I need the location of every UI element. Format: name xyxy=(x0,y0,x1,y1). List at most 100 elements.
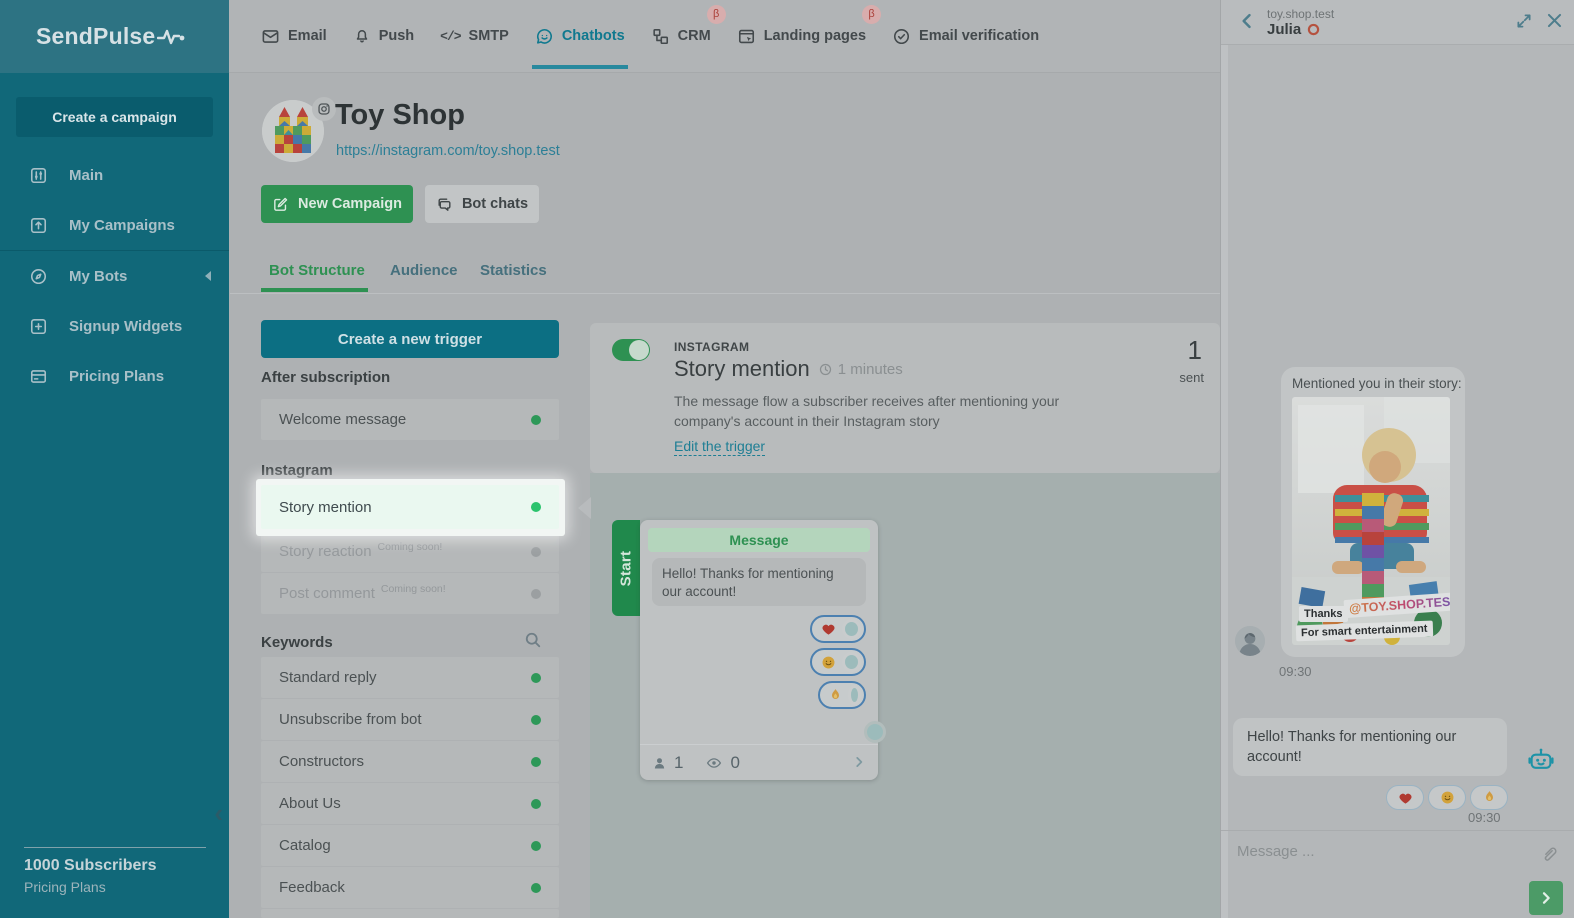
tab-audience[interactable]: Audience xyxy=(390,262,458,279)
instagram-url-link[interactable]: https://instagram.com/toy.shop.test xyxy=(336,143,560,159)
trigger-row-story-mention[interactable]: Story mention xyxy=(261,485,559,529)
tab-bot-structure[interactable]: Bot Structure xyxy=(269,262,365,279)
trigger-row-label: Welcome message xyxy=(279,411,406,428)
chat-reaction-heart[interactable] xyxy=(1386,785,1424,810)
trigger-toggle-on[interactable] xyxy=(612,339,650,361)
nav-item-email-verification[interactable]: Email verification xyxy=(892,27,1039,46)
pinch-emoji xyxy=(829,688,842,703)
nav-item-landing-pages[interactable]: Landing pages β xyxy=(737,27,866,46)
nav-item-crm[interactable]: CRM β xyxy=(651,27,711,46)
robot-icon xyxy=(1526,744,1556,774)
sidebar-item-signup-widgets[interactable]: Signup Widgets xyxy=(0,301,229,351)
instagram-icon xyxy=(1307,23,1320,36)
clock-history-icon xyxy=(818,362,833,377)
chat-smiley-icon xyxy=(535,27,554,46)
tooltip-arrow xyxy=(578,497,591,519)
bot-message-bubble: Hello! Thanks for mentioning our account… xyxy=(1233,718,1507,776)
paperclip-icon[interactable] xyxy=(1539,844,1559,864)
collapse-triangle-icon[interactable] xyxy=(205,271,211,281)
chat-header: toy.shop.test Julia xyxy=(1221,0,1574,45)
keyword-row-constructors[interactable]: Constructors xyxy=(261,741,559,782)
main-content: Toy Shop https://instagram.com/toy.shop.… xyxy=(229,73,1220,918)
crm-flow-icon xyxy=(651,27,670,46)
active-tab-underline xyxy=(261,288,368,292)
message-input[interactable] xyxy=(1235,836,1515,866)
bot-chats-button[interactable]: Bot chats xyxy=(425,185,539,223)
reaction-pill-hug[interactable] xyxy=(810,648,866,676)
edit-trigger-link[interactable]: Edit the trigger xyxy=(674,438,765,456)
message-block-header: Message xyxy=(648,528,870,552)
nav-item-chatbots[interactable]: Chatbots xyxy=(535,27,625,46)
reaction-pill-heart[interactable] xyxy=(810,615,866,643)
logo-band: SendPulse xyxy=(0,0,229,73)
create-campaign-label: Create a campaign xyxy=(52,109,177,125)
keyword-row-label: Catalog xyxy=(279,837,331,854)
instagram-badge-icon xyxy=(312,97,336,121)
bell-icon xyxy=(353,27,371,45)
new-campaign-label: New Campaign xyxy=(298,196,402,212)
panel-edge-strip xyxy=(1221,45,1228,918)
sidebar-item-my-campaigns[interactable]: My Campaigns xyxy=(0,200,229,250)
story-mention-card: Mentioned you in their story: xyxy=(1281,367,1465,657)
connection-port[interactable] xyxy=(848,685,861,705)
reaction-pill-pinch[interactable] xyxy=(818,681,866,709)
keyword-row-feedback[interactable]: Feedback xyxy=(261,867,559,908)
keyword-row-about-us[interactable]: About Us xyxy=(261,783,559,824)
nav-item-email[interactable]: Email xyxy=(261,27,327,46)
keyword-row-label: Feedback xyxy=(279,879,345,896)
new-campaign-button[interactable]: New Campaign xyxy=(261,185,413,223)
sliders-icon xyxy=(29,166,48,185)
trigger-row-welcome-message[interactable]: Welcome message xyxy=(261,399,559,440)
status-dot-active xyxy=(531,673,541,683)
sent-count: 1 xyxy=(1188,335,1202,366)
status-dot-active xyxy=(531,715,541,725)
bot-compass-icon xyxy=(29,267,48,286)
flow-message-block[interactable]: Message Hello! Thanks for mentioning our… xyxy=(640,520,878,780)
sent-label: sent xyxy=(1179,370,1204,385)
chat-reaction-pinch[interactable] xyxy=(1470,785,1508,810)
back-chevron-icon[interactable] xyxy=(1237,11,1257,31)
coming-soon-badge: Coming soon! xyxy=(378,541,443,553)
trigger-delay: 1 minutes xyxy=(818,361,903,378)
search-icon[interactable] xyxy=(523,630,543,650)
trigger-row-story-reaction: Story reaction Coming soon! xyxy=(261,531,559,572)
expand-icon[interactable] xyxy=(1515,12,1533,30)
nav-item-smtp[interactable]: </> SMTP xyxy=(440,28,509,44)
story-caption: Mentioned you in their story: xyxy=(1292,376,1462,391)
trigger-row-post-comment: Post comment Coming soon! xyxy=(261,573,559,614)
spotlight-halo: Story mention xyxy=(256,479,565,536)
send-button[interactable] xyxy=(1529,881,1563,915)
keyword-row-catalog[interactable]: Catalog xyxy=(261,825,559,866)
trigger-channel: INSTAGRAM xyxy=(674,340,749,354)
create-trigger-button[interactable]: Create a new trigger xyxy=(261,320,559,358)
keyword-row-unsubscribe[interactable]: Unsubscribe from bot xyxy=(261,699,559,740)
sendpulse-logo[interactable]: SendPulse xyxy=(36,23,187,50)
chat-reaction-hug[interactable] xyxy=(1428,785,1466,810)
block-output-port[interactable] xyxy=(864,721,886,743)
nav-item-push[interactable]: Push xyxy=(353,27,414,45)
close-icon[interactable] xyxy=(1545,11,1564,30)
keyword-row-standard-reply[interactable]: Standard reply xyxy=(261,657,559,698)
keyword-row-label: About Us xyxy=(279,795,341,812)
tabs-separator xyxy=(230,293,1220,294)
block-stats: 1 0 xyxy=(652,753,740,773)
sidebar-item-main[interactable]: Main xyxy=(0,150,229,200)
sidebar-item-pricing-plans[interactable]: Pricing Plans xyxy=(0,351,229,401)
nav-label: Landing pages xyxy=(764,28,866,44)
keyword-row-partial xyxy=(261,909,559,918)
tab-statistics[interactable]: Statistics xyxy=(480,262,547,279)
pencil-square-icon xyxy=(272,196,289,213)
status-dot-disabled xyxy=(531,589,541,599)
connection-port[interactable] xyxy=(842,652,861,672)
connection-port[interactable] xyxy=(842,619,861,639)
create-trigger-label: Create a new trigger xyxy=(338,331,482,348)
sidebar-item-my-bots[interactable]: My Bots xyxy=(0,251,229,301)
contact-avatar xyxy=(1235,626,1265,656)
flow-start-tab[interactable]: Start xyxy=(612,520,640,616)
status-dot-disabled xyxy=(531,547,541,557)
chevron-right-icon[interactable] xyxy=(852,755,866,769)
sidebar-collapse-chevron[interactable]: ‹ xyxy=(214,800,223,826)
eye-icon xyxy=(705,755,723,771)
pricing-plans-link[interactable]: Pricing Plans xyxy=(24,879,106,895)
create-campaign-button[interactable]: Create a campaign xyxy=(16,97,213,137)
